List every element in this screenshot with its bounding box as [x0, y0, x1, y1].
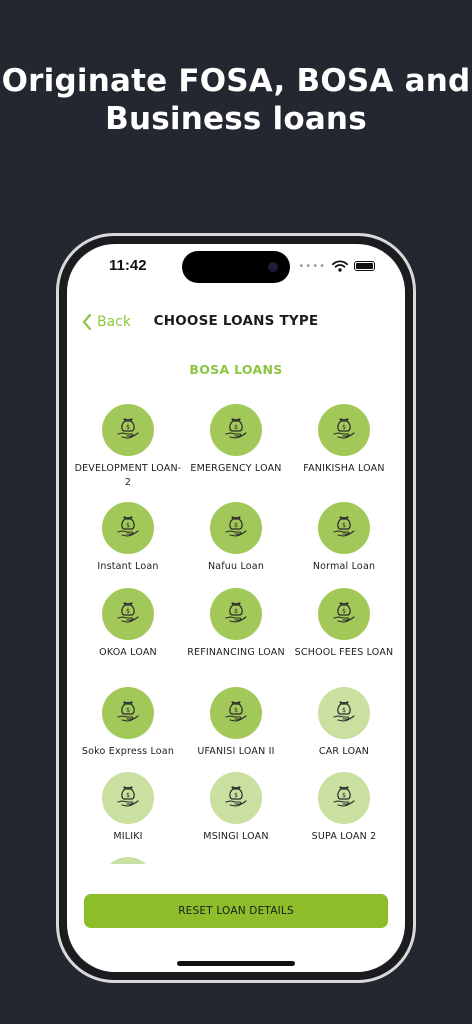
svg-text:$: $	[126, 522, 130, 529]
svg-text:$: $	[234, 424, 238, 431]
nav-bar: Back CHOOSE LOANS TYPE	[67, 308, 405, 336]
loan-type-label: FANIKISHA LOAN	[303, 463, 385, 474]
loan-type-label: DEVELOPMENT LOAN-2	[74, 463, 182, 488]
loan-icon-circle: $	[318, 687, 370, 739]
loan-type-item[interactable]: $ Instant Loan	[72, 502, 184, 594]
money-bag-hand-icon: $	[223, 783, 249, 813]
loan-icon-circle: $	[210, 404, 262, 456]
svg-text:$: $	[234, 707, 238, 714]
money-bag-hand-icon: $	[331, 415, 357, 445]
loan-type-item[interactable]: $ Nafuu Loan	[180, 502, 292, 594]
loan-type-item[interactable]: $ FANIKISHA LOAN	[288, 404, 400, 496]
money-bag-hand-icon: $	[331, 599, 357, 629]
camera-icon	[268, 262, 278, 272]
promo-headline-line-2: Business loans	[105, 101, 367, 137]
loan-icon-circle: $	[210, 772, 262, 824]
loan-type-label: EMERGENCY LOAN	[190, 463, 282, 474]
loan-icon-circle: $	[102, 588, 154, 640]
money-bag-hand-icon: $	[115, 783, 141, 813]
loan-type-label: UFANISI LOAN II	[197, 746, 275, 757]
loan-type-item[interactable]: $ MSINGI LOAN	[180, 772, 292, 864]
money-bag-hand-icon: $	[223, 513, 249, 543]
money-bag-hand-icon: $	[331, 513, 357, 543]
loan-icon-circle: $	[102, 502, 154, 554]
loan-type-item[interactable]: $ Normal Loan	[288, 502, 400, 594]
loan-icon-circle: $	[318, 404, 370, 456]
loan-icon-circle: $	[210, 687, 262, 739]
loan-icon-circle: $	[318, 502, 370, 554]
loan-type-item[interactable]: $ MILIKI	[72, 772, 184, 864]
money-bag-hand-icon: $	[223, 415, 249, 445]
svg-text:$: $	[126, 424, 130, 431]
money-bag-hand-icon: $	[331, 698, 357, 728]
loan-type-label: CAR LOAN	[318, 746, 370, 757]
promo-headline-line-1: Originate FOSA, BOSA and	[1, 63, 471, 99]
money-bag-hand-icon: $	[115, 599, 141, 629]
loan-type-item[interactable]: $	[72, 857, 184, 864]
money-bag-hand-icon: $	[115, 415, 141, 445]
loan-type-item[interactable]: $ OKOA LOAN	[72, 588, 184, 680]
loan-type-grid: $ DEVELOPMENT LOAN-2 $ EMERGENCY LOAN $ FANIK…	[67, 404, 405, 864]
page-title: CHOOSE LOANS TYPE	[153, 313, 319, 329]
battery-icon	[354, 261, 375, 271]
svg-text:$: $	[126, 707, 130, 714]
svg-text:$: $	[126, 792, 130, 799]
dynamic-island	[182, 251, 290, 283]
money-bag-hand-icon: $	[331, 783, 357, 813]
status-icons: ••••	[298, 259, 375, 273]
money-bag-hand-icon: $	[223, 599, 249, 629]
loan-icon-circle: $	[102, 404, 154, 456]
loan-icon-circle: $	[210, 588, 262, 640]
loan-type-label: Nafuu Loan	[207, 561, 265, 572]
loan-type-item[interactable]: $ SCHOOL FEES LOAN	[288, 588, 400, 680]
loan-icon-circle: $	[318, 588, 370, 640]
signal-dots-icon: ••••	[298, 260, 326, 272]
loan-type-item[interactable]: $ EMERGENCY LOAN	[180, 404, 292, 496]
svg-text:$: $	[342, 522, 346, 529]
money-bag-hand-icon: $	[115, 698, 141, 728]
loan-type-item[interactable]: $ SUPA LOAN 2	[288, 772, 400, 864]
svg-text:$: $	[234, 522, 238, 529]
promo-headline: Originate FOSA, BOSA and Business loans	[0, 62, 472, 138]
loan-icon-circle: $	[318, 772, 370, 824]
home-indicator	[177, 961, 295, 966]
svg-text:$: $	[342, 792, 346, 799]
section-title: BOSA LOANS	[189, 362, 283, 377]
loan-type-label: MILIKI	[113, 831, 143, 842]
loan-type-item[interactable]: $ Soko Express Loan	[72, 687, 184, 779]
loan-type-label: OKOA LOAN	[99, 647, 157, 658]
loan-type-label: Soko Express Loan	[81, 746, 175, 757]
reset-loan-details-button[interactable]: RESET LOAN DETAILS	[84, 894, 388, 928]
loan-type-item[interactable]: $ REFINANCING LOAN	[180, 588, 292, 680]
loan-type-item[interactable]: $ CAR LOAN	[288, 687, 400, 779]
svg-text:$: $	[342, 707, 346, 714]
loan-type-item[interactable]: $ UFANISI LOAN II	[180, 687, 292, 779]
svg-text:$: $	[342, 608, 346, 615]
svg-text:$: $	[126, 608, 130, 615]
svg-text:$: $	[234, 608, 238, 615]
loan-type-label: MSINGI LOAN	[203, 831, 269, 842]
reset-button-label: RESET LOAN DETAILS	[178, 905, 294, 917]
svg-text:$: $	[342, 424, 346, 431]
loan-type-label: Normal Loan	[312, 561, 376, 572]
loan-icon-circle: $	[102, 772, 154, 824]
money-bag-hand-icon: $	[115, 513, 141, 543]
loan-icon-circle: $	[102, 857, 154, 864]
svg-text:$: $	[234, 792, 238, 799]
loan-type-label: REFINANCING LOAN	[187, 647, 285, 658]
loan-icon-circle: $	[102, 687, 154, 739]
money-bag-hand-icon: $	[223, 698, 249, 728]
phone-screen: 11:42 •••• Back CHOOSE LOANS TYPE BOSA L…	[67, 244, 405, 972]
status-time: 11:42	[109, 257, 147, 274]
loan-type-label: SCHOOL FEES LOAN	[294, 647, 394, 658]
loan-type-label: Instant Loan	[97, 561, 159, 572]
wifi-icon	[332, 260, 348, 272]
loan-icon-circle: $	[210, 502, 262, 554]
loan-type-label: SUPA LOAN 2	[311, 831, 377, 842]
loan-type-item[interactable]: $ DEVELOPMENT LOAN-2	[72, 404, 184, 496]
